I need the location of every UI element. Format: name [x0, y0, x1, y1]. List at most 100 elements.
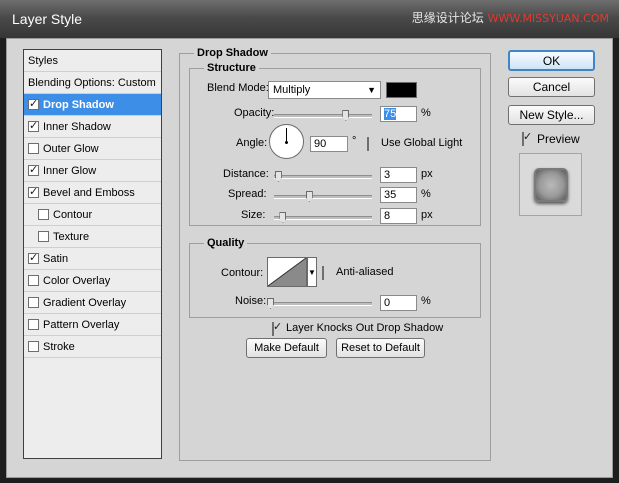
- style-item-drop-shadow[interactable]: Drop Shadow: [24, 94, 161, 116]
- knocks-out-checkbox[interactable]: [272, 322, 274, 336]
- style-item-texture[interactable]: Texture: [24, 226, 161, 248]
- contour-picker[interactable]: [267, 257, 307, 287]
- spread-unit: %: [421, 188, 431, 200]
- distance-input[interactable]: 3: [380, 167, 417, 183]
- size-slider-thumb[interactable]: [279, 212, 287, 223]
- style-checkbox[interactable]: [28, 297, 39, 308]
- style-item-label: Drop Shadow: [43, 98, 114, 111]
- style-item-blending-options-custom[interactable]: Blending Options: Custom: [24, 72, 161, 94]
- opacity-value: 75: [384, 108, 397, 120]
- size-value: 8: [384, 210, 391, 222]
- cancel-button[interactable]: Cancel: [508, 77, 595, 97]
- style-item-color-overlay[interactable]: Color Overlay: [24, 270, 161, 292]
- styles-list: Styles Blending Options: Custom Drop Shado…: [23, 49, 162, 459]
- layer-style-dialog: Styles Blending Options: Custom Drop Shado…: [6, 38, 613, 478]
- distance-value: 3: [384, 169, 391, 181]
- use-global-light-checkbox[interactable]: [367, 137, 369, 151]
- style-checkbox[interactable]: [28, 97, 39, 110]
- watermark-url: WWW.MISSYUAN.COM: [487, 12, 609, 25]
- preview-checkbox[interactable]: [522, 132, 524, 146]
- noise-unit: %: [421, 295, 431, 307]
- style-item-bevel-and-emboss[interactable]: Bevel and Emboss: [24, 182, 161, 204]
- style-checkbox[interactable]: [28, 119, 39, 132]
- style-item-label: Inner Glow: [43, 164, 97, 177]
- style-item-label: Inner Shadow: [43, 120, 111, 133]
- style-item-label: Satin: [43, 252, 69, 265]
- style-item-label: Texture: [53, 230, 90, 243]
- style-item-inner-shadow[interactable]: Inner Shadow: [24, 116, 161, 138]
- angle-input[interactable]: 90: [310, 136, 348, 152]
- distance-label: Distance:: [223, 168, 269, 180]
- spread-label: Spread:: [228, 188, 267, 200]
- style-checkbox[interactable]: [28, 185, 39, 198]
- size-slider[interactable]: [274, 212, 372, 223]
- new-style-button[interactable]: New Style...: [508, 105, 595, 125]
- drop-shadow-group: Drop Shadow Structure Blend Mode: Multip…: [179, 47, 491, 461]
- spread-slider-thumb[interactable]: [305, 191, 313, 202]
- blend-mode-value: Multiply: [273, 84, 311, 96]
- chevron-down-icon: ▼: [308, 267, 316, 277]
- preview-thumbnail: [534, 168, 568, 202]
- style-item-styles[interactable]: Styles: [24, 50, 161, 72]
- style-checkbox[interactable]: [28, 275, 39, 286]
- style-item-gradient-overlay[interactable]: Gradient Overlay: [24, 292, 161, 314]
- reset-to-default-button[interactable]: Reset to Default: [336, 338, 425, 358]
- style-item-label: Outer Glow: [43, 142, 99, 155]
- noise-slider-thumb[interactable]: [267, 298, 274, 309]
- structure-group: Structure Blend Mode: Multiply ▼ Opacity…: [189, 62, 481, 226]
- style-item-pattern-overlay[interactable]: Pattern Overlay: [24, 314, 161, 336]
- make-default-button[interactable]: Make Default: [246, 338, 327, 358]
- style-item-contour[interactable]: Contour: [24, 204, 161, 226]
- ok-button[interactable]: OK: [508, 50, 595, 71]
- knocks-out-label: Layer Knocks Out Drop Shadow: [286, 322, 444, 334]
- watermark-text: 思缘设计论坛: [411, 11, 484, 25]
- quality-title: Quality: [204, 237, 248, 249]
- contour-curve-icon: [267, 257, 307, 287]
- opacity-slider-thumb[interactable]: [342, 110, 350, 121]
- size-unit: px: [421, 209, 433, 221]
- anti-aliased-checkbox[interactable]: [322, 266, 324, 280]
- style-checkbox[interactable]: [28, 251, 39, 264]
- style-item-label: Contour: [53, 208, 93, 221]
- structure-title: Structure: [204, 62, 259, 74]
- style-item-outer-glow[interactable]: Outer Glow: [24, 138, 161, 160]
- angle-value: 90: [314, 138, 327, 150]
- noise-slider[interactable]: [267, 298, 372, 309]
- style-item-satin[interactable]: Satin: [24, 248, 161, 270]
- title-bar[interactable]: Layer Style 思缘设计论坛 WWW.MISSYUAN.COM: [0, 0, 619, 38]
- angle-center-dot: [285, 141, 288, 144]
- size-input[interactable]: 8: [380, 208, 417, 224]
- style-item-label: Color Overlay: [43, 274, 111, 287]
- opacity-input[interactable]: 75: [380, 106, 417, 122]
- opacity-slider[interactable]: [274, 110, 372, 121]
- size-label: Size:: [241, 209, 266, 221]
- opacity-unit: %: [421, 107, 431, 119]
- distance-unit: px: [421, 168, 433, 180]
- style-checkbox[interactable]: [28, 319, 39, 330]
- style-item-label: Bevel and Emboss: [43, 186, 135, 199]
- drop-shadow-title: Drop Shadow: [194, 47, 271, 59]
- distance-slider-thumb[interactable]: [274, 171, 282, 182]
- shadow-color-swatch[interactable]: [386, 82, 417, 98]
- style-item-stroke[interactable]: Stroke: [24, 336, 161, 358]
- style-checkbox[interactable]: [28, 163, 39, 176]
- style-item-inner-glow[interactable]: Inner Glow: [24, 160, 161, 182]
- noise-input[interactable]: 0: [380, 295, 417, 311]
- watermark: 思缘设计论坛 WWW.MISSYUAN.COM: [412, 9, 609, 26]
- style-checkbox[interactable]: [38, 209, 49, 220]
- style-item-label: Blending Options: Custom: [28, 76, 156, 89]
- angle-dial[interactable]: [269, 124, 304, 159]
- style-checkbox[interactable]: [28, 143, 39, 154]
- spread-input[interactable]: 35: [380, 187, 417, 203]
- window-title: Layer Style: [12, 11, 83, 27]
- style-checkbox[interactable]: [38, 231, 49, 242]
- contour-dropdown-arrow[interactable]: ▼: [307, 257, 317, 287]
- style-item-label: Pattern Overlay: [43, 318, 120, 331]
- blend-mode-select[interactable]: Multiply ▼: [268, 81, 381, 99]
- spread-slider[interactable]: [274, 191, 372, 202]
- chevron-down-icon: ▼: [367, 85, 376, 95]
- distance-slider[interactable]: [274, 171, 372, 182]
- style-checkbox[interactable]: [28, 341, 39, 352]
- style-preview: [519, 153, 582, 216]
- noise-label: Noise:: [235, 295, 267, 307]
